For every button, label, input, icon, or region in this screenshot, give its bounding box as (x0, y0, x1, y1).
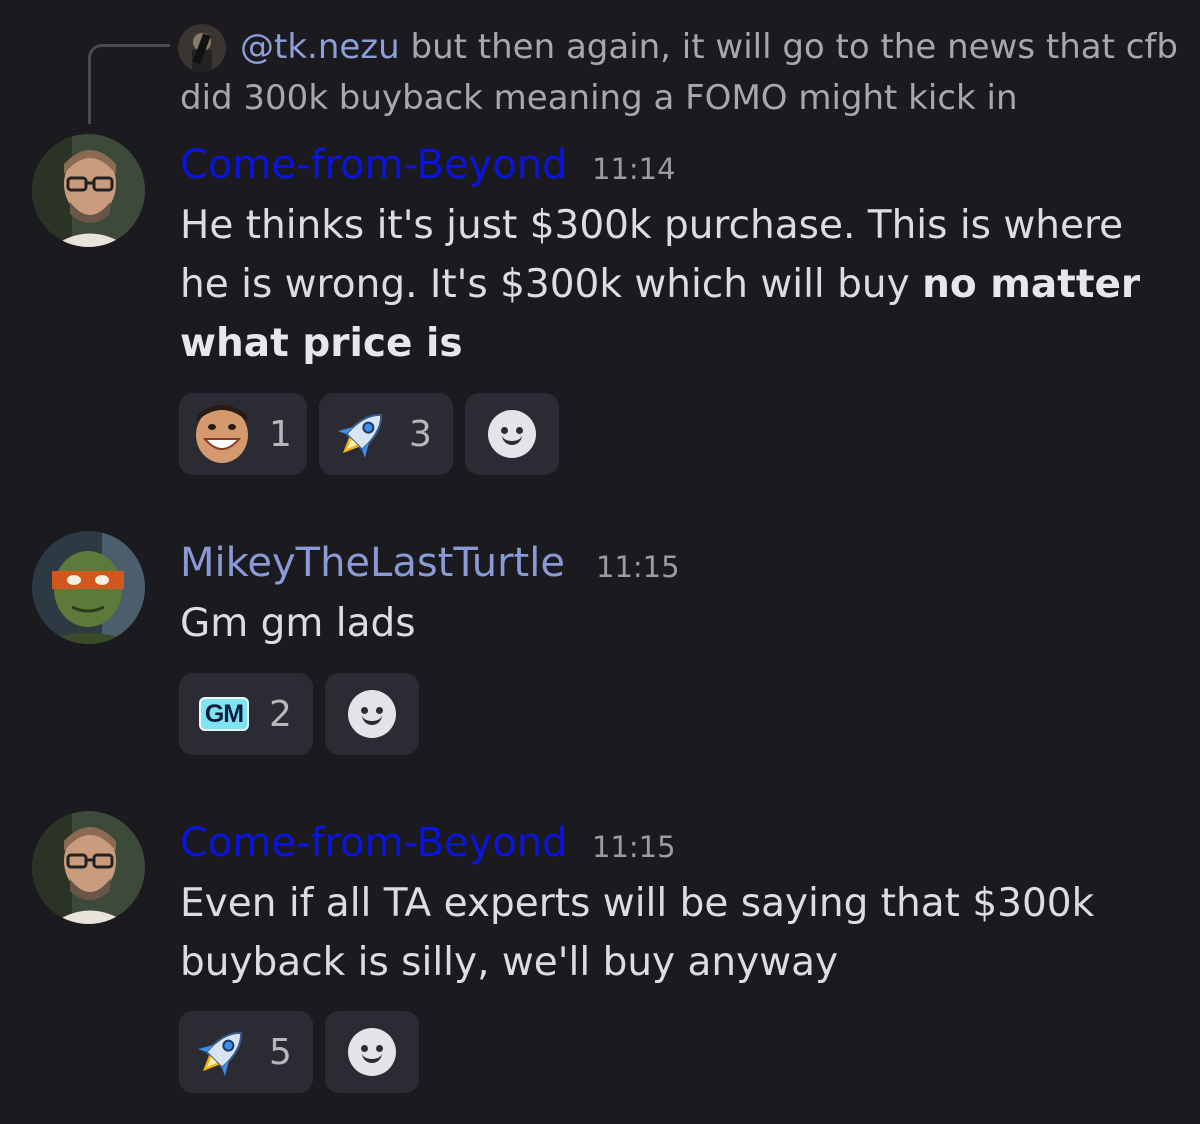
message-username[interactable]: Come-from-Beyond (180, 818, 567, 868)
add-reaction-button[interactable] (325, 673, 419, 755)
add-reaction-icon (348, 1028, 396, 1076)
rocket-icon (333, 405, 391, 463)
add-reaction-button[interactable] (325, 1011, 419, 1093)
reaction-count: 5 (269, 1031, 292, 1073)
avatar-mikey-the-last-turtle[interactable] (32, 531, 145, 644)
reaction-gm[interactable]: GM 2 (179, 673, 313, 755)
reaction-face[interactable]: 1 (179, 393, 307, 475)
message-timestamp: 11:15 (592, 830, 676, 864)
reply-connector-line (88, 44, 170, 124)
message-username[interactable]: MikeyTheLastTurtle (180, 538, 565, 588)
message-text: Gm gm lads (180, 601, 416, 646)
message-timestamp: 11:15 (596, 550, 680, 584)
message-timestamp: 11:14 (592, 152, 676, 186)
add-reaction-icon (488, 410, 536, 458)
avatar-come-from-beyond[interactable] (32, 811, 145, 924)
reply-username[interactable]: @tk.nezu (240, 27, 400, 67)
reaction-rocket[interactable]: 3 (319, 393, 453, 475)
face-emoji-icon (193, 405, 251, 463)
reply-preview[interactable]: @tk.nezu but then again, it will go to t… (180, 22, 1180, 124)
gm-emoji-icon: GM (193, 685, 255, 743)
add-reaction-icon (348, 690, 396, 738)
avatar-come-from-beyond[interactable] (32, 134, 145, 247)
reaction-count: 2 (269, 693, 292, 735)
message-username[interactable]: Come-from-Beyond (180, 140, 567, 190)
message-text: Even if all TA experts will be saying th… (180, 881, 1095, 985)
reaction-rocket[interactable]: 5 (179, 1011, 313, 1093)
message-content: He thinks it's just $300k purchase. This… (180, 196, 1170, 373)
add-reaction-button[interactable] (465, 393, 559, 475)
reaction-count: 1 (269, 413, 292, 455)
reaction-count: 3 (409, 413, 432, 455)
rocket-icon (193, 1023, 251, 1081)
